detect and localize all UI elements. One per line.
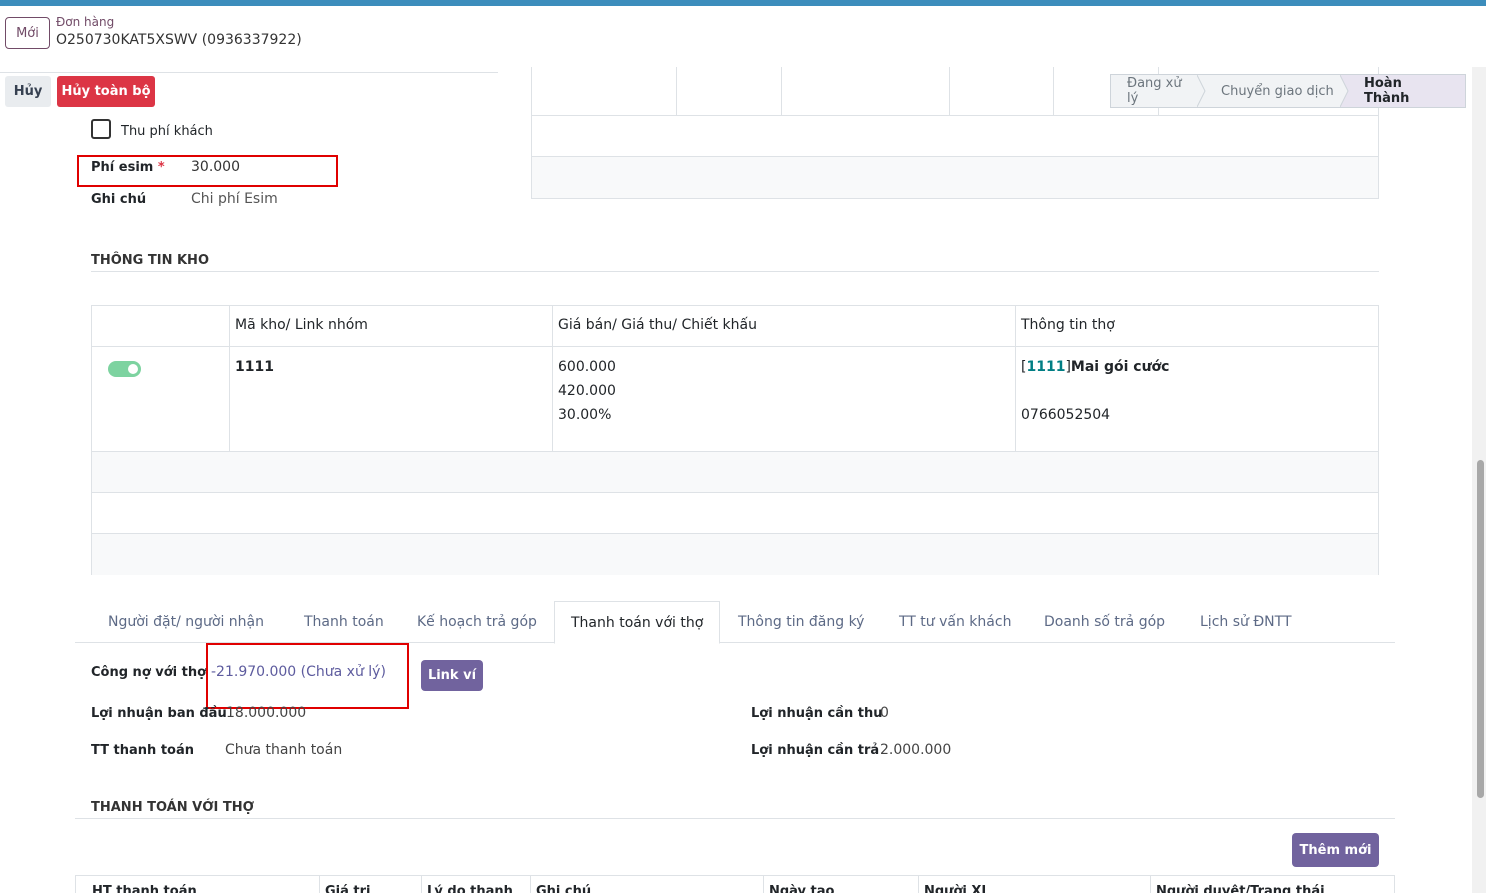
tab-payment-request-history[interactable]: Lịch sử ĐNTT (1184, 601, 1308, 643)
table-row (92, 452, 1378, 493)
column-header[interactable]: HT thanh toán (92, 884, 197, 893)
column-divider (763, 876, 764, 893)
column-divider (1150, 876, 1151, 893)
table-row (532, 157, 1378, 198)
debt-label: Công nợ với thợ (91, 665, 207, 680)
status-done[interactable]: Hoàn Thành (1348, 75, 1465, 107)
status-transfer[interactable]: Chuyển giao dịch (1205, 75, 1356, 107)
status-label: Chuyển giao dịch (1221, 83, 1334, 99)
table-header-row: Mã kho/ Link nhóm Giá bán/ Giá thu/ Chiế… (92, 306, 1378, 347)
initial-profit-label: Lợi nhuận ban đầu (91, 706, 227, 721)
table-row (92, 534, 1378, 575)
warehouse-code: 1111 (235, 359, 274, 375)
column-divider (530, 876, 531, 893)
payment-status-label: TT thanh toán (91, 743, 195, 758)
technician-info: [1111]Mai gói cước (1021, 359, 1169, 375)
sell-price: 600.000 (558, 359, 616, 375)
control-panel-header: Mới Đơn hàng O250730KAT5XSWV (0936337922… (0, 6, 1486, 67)
scrollbar-thumb[interactable] (1477, 460, 1484, 798)
highlight-box (77, 155, 338, 187)
collect-price: 420.000 (558, 383, 616, 399)
column-header[interactable]: Giá bán/ Giá thu/ Chiết khấu (558, 317, 757, 333)
highlight-box (206, 643, 409, 709)
table-row (92, 493, 1378, 534)
active-toggle[interactable] (108, 361, 141, 377)
section-divider (75, 818, 1395, 819)
status-label: Đang xử lý (1127, 76, 1182, 106)
action-bar: Hủy Hủy toàn bộ Đang xử lý Chuyển giao d… (0, 74, 1466, 108)
link-wallet-button[interactable]: Link ví (421, 660, 483, 691)
notebook-tabs: Người đặt/ người nhận Thanh toán Kế hoạc… (75, 601, 1395, 644)
profit-collect-label: Lợi nhuận cần thu (751, 706, 883, 721)
toggle-knob (128, 364, 138, 374)
column-header[interactable]: Ghi chú (536, 884, 591, 893)
tab-orderer-recipient[interactable]: Người đặt/ người nhận (92, 601, 280, 643)
profit-pay-value: 2.000.000 (880, 742, 952, 758)
column-header[interactable]: Người XL (924, 884, 990, 893)
breadcrumb-orders-link[interactable]: Đơn hàng (56, 15, 114, 29)
column-divider (421, 876, 422, 893)
profit-pay-label: Lợi nhuận cần trả (751, 743, 880, 758)
initial-profit-value: 18.000.000 (226, 705, 307, 721)
tech-payment-section-title: THANH TOÁN VỚI THỢ (91, 800, 255, 815)
new-button[interactable]: Mới (5, 17, 50, 49)
tech-payment-table: HT thanh toán Giá trị Lý do thanh Ghi ch… (75, 875, 1395, 893)
technician-name: Mai gói cước (1070, 359, 1170, 375)
discount: 30.00% (558, 407, 612, 423)
cancel-all-button[interactable]: Hủy toàn bộ (57, 76, 155, 107)
warehouse-section-title: THÔNG TIN KHO (91, 253, 209, 268)
column-header[interactable]: Lý do thanh (427, 884, 513, 893)
warehouse-table: Mã kho/ Link nhóm Giá bán/ Giá thu/ Chiế… (91, 305, 1379, 575)
chevron-separator-icon (1197, 75, 1206, 107)
status-bar: Đang xử lý Chuyển giao dịch Hoàn Thành (1110, 74, 1466, 108)
customer-fee-label: Thu phí khách (121, 124, 213, 139)
column-divider (319, 876, 320, 893)
payment-status-value: Chưa thanh toán (225, 742, 343, 758)
tab-payment[interactable]: Thanh toán (288, 601, 400, 643)
tab-installment-sales[interactable]: Doanh số trả góp (1028, 601, 1181, 643)
tab-registration-info[interactable]: Thông tin đăng ký (722, 601, 880, 643)
chevron-separator-icon (1340, 75, 1356, 107)
add-new-button[interactable]: Thêm mới (1292, 833, 1379, 867)
sheet-divider (0, 72, 498, 73)
customer-fee-checkbox[interactable] (91, 119, 111, 139)
cancel-button[interactable]: Hủy (5, 76, 51, 107)
record-title: O250730KAT5XSWV (0936337922) (56, 32, 302, 48)
profit-collect-value: 0 (880, 705, 889, 721)
tab-technician-payment[interactable]: Thanh toán với thợ (554, 601, 721, 644)
tab-customer-consult[interactable]: TT tư vấn khách (883, 601, 1027, 643)
technician-code: 1111 (1026, 359, 1066, 375)
column-header[interactable]: Giá trị (325, 884, 371, 893)
column-header[interactable]: Ngày tạo (769, 884, 834, 893)
column-header[interactable]: Người duyệt/Trạng thái (1156, 884, 1325, 893)
status-label: Hoàn Thành (1364, 76, 1410, 106)
note-field[interactable]: Chi phí Esim (191, 191, 278, 207)
column-divider (918, 876, 919, 893)
status-processing[interactable]: Đang xử lý (1111, 75, 1206, 107)
note-label: Ghi chú (91, 192, 147, 207)
column-header[interactable]: Thông tin thợ (1021, 317, 1115, 333)
table-row (532, 116, 1378, 157)
section-divider (91, 271, 1379, 272)
table-row[interactable]: 1111 600.000 420.000 30.00% [1111]Mai gó… (92, 347, 1378, 452)
technician-phone: 0766052504 (1021, 407, 1111, 423)
tab-installment-plan[interactable]: Kế hoạch trả góp (401, 601, 553, 643)
column-header[interactable]: Mã kho/ Link nhóm (235, 317, 368, 333)
